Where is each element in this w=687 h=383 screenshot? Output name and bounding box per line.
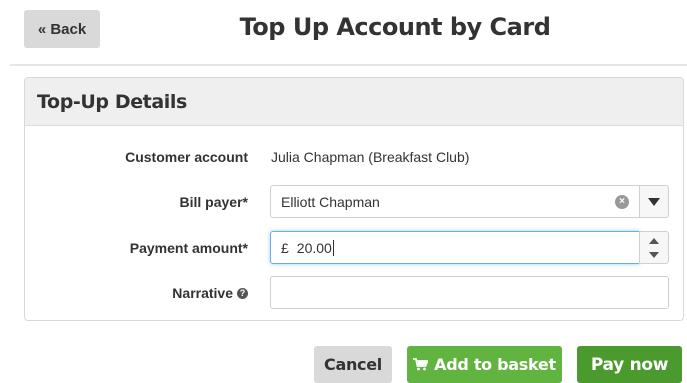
back-button[interactable]: « Back (24, 10, 100, 48)
customer-account-row: Customer account Julia Chapman (Breakfas… (25, 140, 683, 174)
pay-now-button[interactable]: Pay now (577, 346, 682, 383)
chevron-down-icon (648, 197, 660, 206)
cart-icon (413, 358, 429, 371)
bill-payer-label: Bill payer* (179, 194, 248, 210)
chevron-down-icon (649, 251, 659, 258)
clear-icon[interactable]: × (615, 195, 629, 209)
narrative-label-wrap: Narrative ? (172, 276, 248, 310)
text-caret (332, 239, 334, 256)
pay-now-label: Pay now (590, 354, 669, 375)
payment-amount-input[interactable]: £ 20.00 (270, 231, 640, 264)
page-header: « Back Top Up Account by Card (0, 0, 687, 62)
currency-symbol: £ (281, 239, 289, 256)
customer-account-value: Julia Chapman (Breakfast Club) (271, 149, 470, 165)
stepper-up-button[interactable] (640, 233, 668, 248)
stepper-down-button[interactable] (640, 247, 668, 262)
narrative-input[interactable] (270, 276, 669, 309)
payment-amount-label: Payment amount* (129, 240, 248, 256)
bill-payer-value: Elliott Chapman (281, 193, 380, 210)
top-up-details-panel: Top-Up Details Customer account Julia Ch… (24, 77, 684, 321)
panel-heading: Top-Up Details (25, 78, 683, 126)
add-to-basket-label: Add to basket (434, 355, 556, 374)
customer-account-label: Customer account (125, 149, 248, 165)
cancel-button[interactable]: Cancel (314, 346, 392, 383)
page-title: Top Up Account by Card (239, 13, 551, 41)
narrative-label: Narrative (172, 285, 233, 301)
panel-title: Top-Up Details (37, 90, 187, 113)
payment-amount-row: Payment amount* £ 20.00 (25, 231, 683, 265)
bill-payer-select[interactable]: Elliott Chapman × (270, 185, 640, 218)
add-to-basket-button[interactable]: Add to basket (407, 346, 562, 383)
header-divider (10, 64, 687, 66)
payment-amount-stepper[interactable] (639, 231, 669, 264)
narrative-row: Narrative ? (25, 276, 683, 310)
bill-payer-row: Bill payer* Elliott Chapman × (25, 185, 683, 219)
payment-amount-value: 20.00 (296, 239, 332, 256)
chevron-up-icon (649, 237, 659, 244)
help-icon[interactable]: ? (237, 287, 248, 299)
bill-payer-dropdown-button[interactable] (639, 185, 669, 218)
cancel-button-label: Cancel (324, 355, 382, 374)
